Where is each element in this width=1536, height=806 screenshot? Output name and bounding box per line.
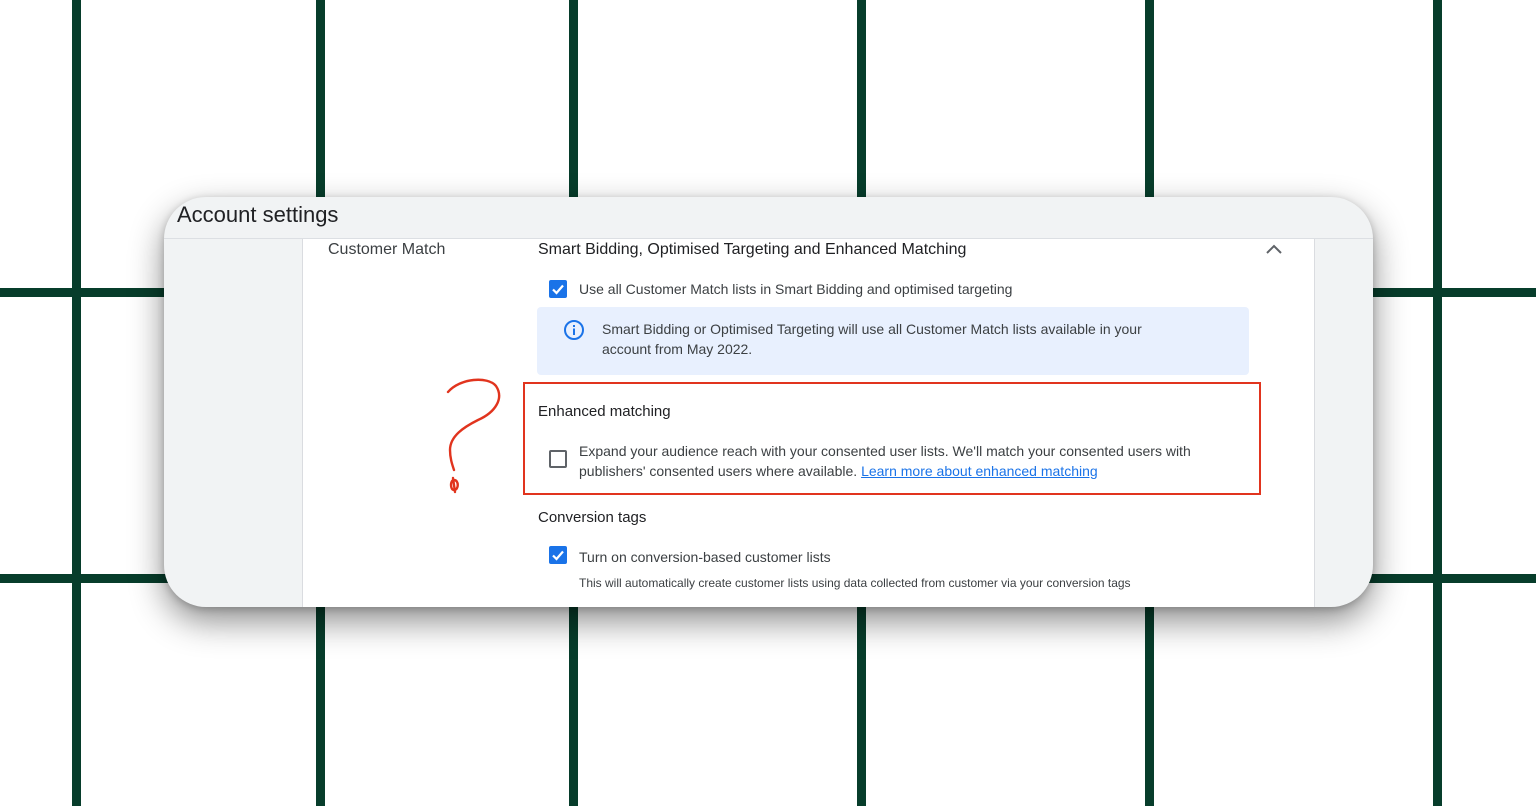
info-text-line: Smart Bidding or Optimised Targeting wil…	[602, 321, 1142, 337]
conversion-lists-checkbox-label: Turn on conversion-based customer lists	[579, 549, 831, 565]
conversion-lists-checkbox[interactable]	[549, 546, 567, 564]
conversion-tags-heading: Conversion tags	[538, 509, 647, 526]
chevron-up-icon[interactable]	[1264, 240, 1284, 260]
grid-line	[1433, 0, 1442, 806]
section-heading: Smart Bidding, Optimised Targeting and E…	[538, 241, 967, 258]
conversion-lists-description: This will automatically create customer …	[579, 576, 1131, 590]
info-icon	[563, 319, 585, 341]
section-label: Customer Match	[328, 241, 446, 258]
grid-line	[72, 0, 81, 806]
smart-bidding-checkbox-label: Use all Customer Match lists in Smart Bi…	[579, 281, 1013, 297]
info-text-line: account from May 2022.	[602, 341, 753, 357]
info-banner: Smart Bidding or Optimised Targeting wil…	[537, 307, 1249, 375]
question-mark-scribble	[438, 372, 508, 496]
card-header: Account settings	[164, 197, 1373, 239]
info-text: Smart Bidding or Optimised Targeting wil…	[602, 319, 1142, 359]
highlight-box	[523, 382, 1261, 495]
page-title: Account settings	[177, 202, 339, 227]
smart-bidding-checkbox[interactable]	[549, 280, 567, 298]
